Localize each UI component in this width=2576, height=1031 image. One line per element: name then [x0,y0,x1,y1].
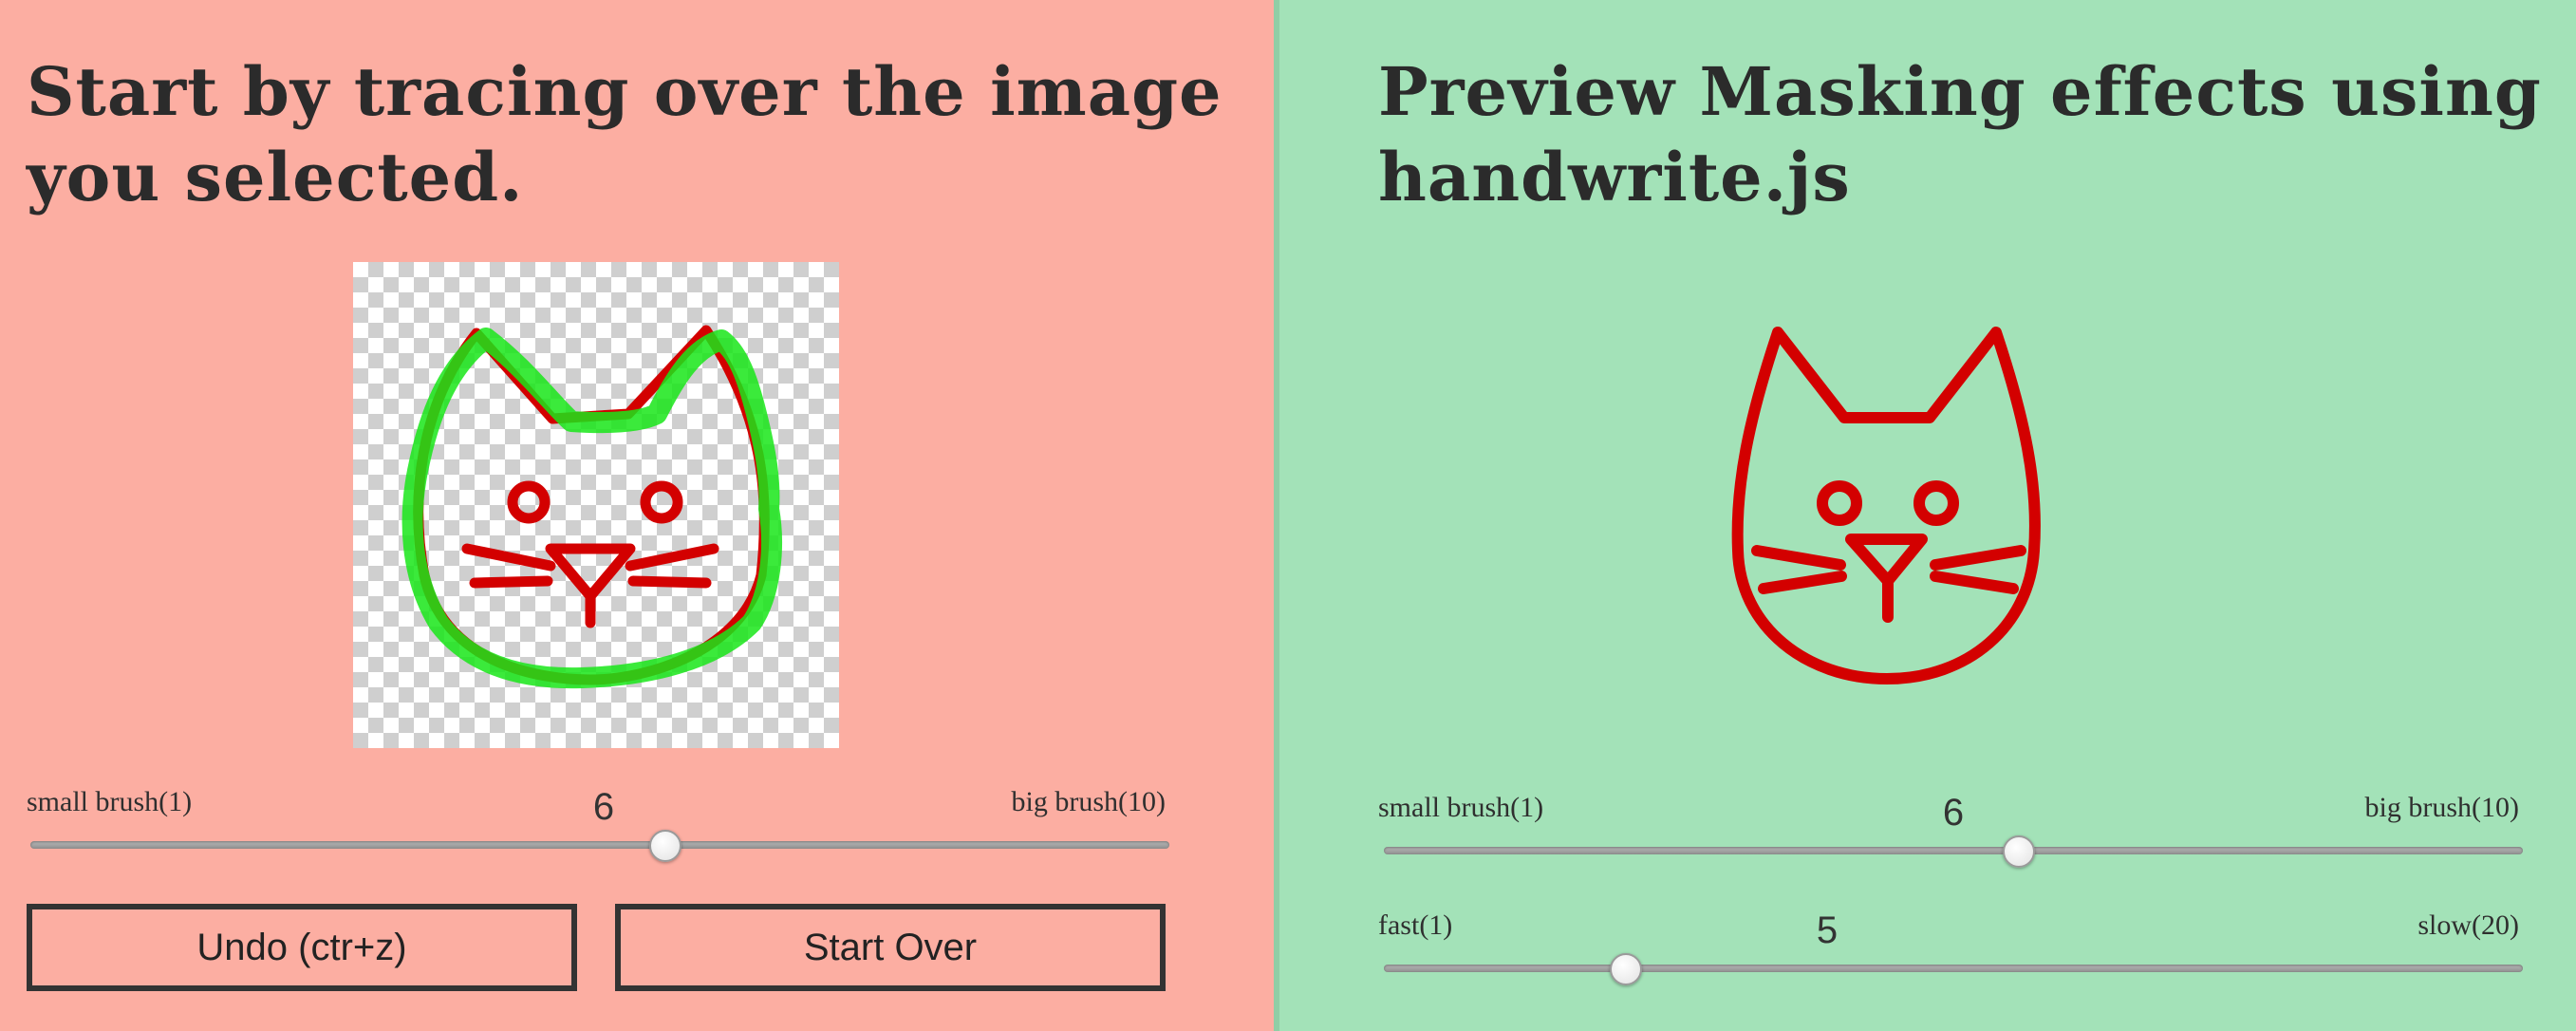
speed-min-label: fast(1) [1378,909,1453,941]
brush-value: 6 [592,786,615,828]
speed-slider-thumb[interactable] [1609,953,1642,985]
undo-button[interactable]: Undo (ctr+z) [27,904,577,991]
cat-face-icon [1731,327,2041,684]
preview-panel: Preview Masking effects using handwrite.… [1279,0,2576,1031]
brush-min-label: small brush(1) [27,786,193,817]
brush-min-label: small brush(1) [1378,792,1544,823]
brush-max-label: big brush(10) [1011,786,1166,817]
brush-size-slider[interactable] [30,841,1169,849]
brush-size-slider[interactable] [1384,847,2523,854]
speed-slider[interactable] [1384,965,2523,972]
traced-cat-image [401,325,782,689]
cat-face-icon [413,325,770,685]
brush-value: 6 [1942,792,1965,834]
preview-title: Preview Masking effects using handwrite.… [1378,52,2542,216]
tracing-panel: Start by tracing over the image you sele… [0,0,1274,1031]
brush-size-slider-thumb[interactable] [2002,835,2035,868]
tracing-title: Start by tracing over the image you sele… [27,52,1223,216]
speed-max-label: slow(20) [2417,909,2519,941]
brush-max-label: big brush(10) [2364,792,2519,823]
brush-size-slider-thumb[interactable] [648,830,681,862]
start-over-button[interactable]: Start Over [615,904,1166,991]
speed-value: 5 [1816,909,1839,951]
